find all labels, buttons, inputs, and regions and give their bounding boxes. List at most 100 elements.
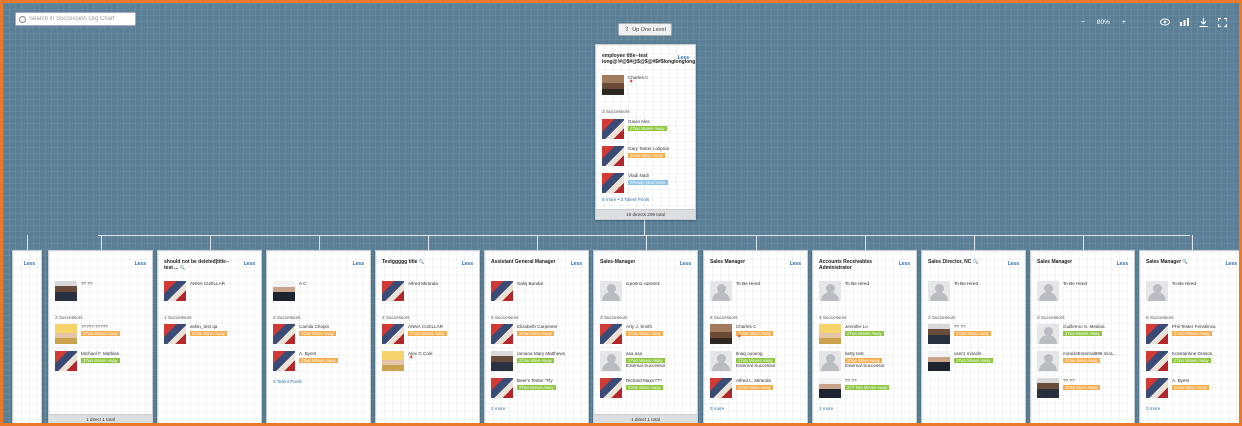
incumbent[interactable]: To Be Hired bbox=[1146, 281, 1196, 301]
org-chart-canvas[interactable]: ⇧ Up One Level − 80% + employee title--t… bbox=[0, 0, 1242, 426]
position-card[interactable]: Less should not be deleted|title--test ..… bbox=[157, 250, 262, 423]
less-link[interactable]: Less bbox=[1117, 261, 1128, 267]
search-icon[interactable]: 🔍 bbox=[417, 259, 425, 264]
search-box[interactable] bbox=[15, 12, 136, 26]
less-link[interactable]: Less bbox=[680, 261, 691, 267]
successor[interactable]: Alfred L. Miranda 2One Move Away bbox=[710, 378, 773, 398]
successor-name: tinaq ouoeng bbox=[736, 351, 763, 356]
incumbent[interactable]: Alfred Miranda bbox=[382, 281, 438, 301]
position-card[interactable]: Less Testggggg title 🔍 Alfred Miranda 2 Suc… bbox=[375, 250, 480, 423]
search-icon[interactable]: 🔍 bbox=[1181, 259, 1188, 264]
eye-icon[interactable] bbox=[1160, 18, 1170, 26]
bar-chart-icon[interactable] bbox=[1180, 18, 1189, 26]
position-card[interactable]: Less Sales Manager 🔍 To Be Hired 6 Successo… bbox=[1139, 250, 1239, 423]
successor[interactable]: ?? ?? 2One Move Away bbox=[928, 324, 991, 344]
less-link[interactable]: Less bbox=[135, 261, 146, 267]
successor[interactable]: A. Byers 2Two Moves Away bbox=[273, 351, 338, 371]
successor[interactable]: ?? ?? 2?? Two Moves Away bbox=[819, 378, 890, 398]
position-card[interactable]: Less?? ?? 2 Successors????? ????? 2Two Mov… bbox=[48, 250, 153, 423]
avatar bbox=[164, 281, 186, 301]
successor[interactable]: Vladi Nadi 2Ready Next Move bbox=[602, 173, 668, 193]
successor[interactable]: miracleExternal999 mira... 2One Move Away bbox=[1037, 351, 1116, 371]
successor[interactable]: Michael F. Mathias 2Two Moves Away bbox=[55, 351, 120, 371]
successor[interactable]: Richard Maxx??? 2One Move Away bbox=[600, 378, 663, 398]
successor[interactable]: ramana Mary Matthews 2One Move Away bbox=[491, 351, 565, 371]
search-icon[interactable]: 🔍 bbox=[178, 265, 186, 270]
successor[interactable]: asa asa 2Two Moves Away External Successor bbox=[600, 351, 666, 371]
successor[interactable]: asfsn_test qa 2One Move Away bbox=[164, 324, 227, 344]
zoom-out-button[interactable]: − bbox=[1081, 19, 1085, 26]
fullscreen-icon[interactable] bbox=[1218, 17, 1227, 27]
successor[interactable]: betty test 2One Move Away External Success… bbox=[819, 351, 885, 371]
more-link[interactable]: 1 more bbox=[819, 406, 833, 411]
less-link[interactable]: Less bbox=[678, 55, 689, 61]
less-link[interactable]: Less bbox=[244, 261, 255, 267]
successor-count: 2 Successors bbox=[382, 315, 410, 320]
position-card[interactable]: Less Sales-Manager cqrosn1 cqrosn1 3 Succes… bbox=[593, 250, 698, 423]
successor[interactable]: ?? ?? 2One Move Away bbox=[1037, 378, 1100, 398]
incumbent[interactable]: ANNA CUELLAR bbox=[164, 281, 225, 301]
successor[interactable]: ????? ????? 2Two Moves Away bbox=[55, 324, 120, 344]
incumbent[interactable]: ?? ?? bbox=[55, 281, 93, 301]
position-card[interactable]: Less Sales Director, NC 🔍 To Be Hired 2 Suc… bbox=[921, 250, 1026, 423]
incumbent[interactable]: A C bbox=[273, 281, 306, 301]
less-link[interactable]: Less bbox=[790, 261, 801, 267]
less-link[interactable]: Less bbox=[353, 261, 364, 267]
search-icon[interactable]: 🔍 bbox=[971, 259, 979, 264]
successor[interactable]: Charles C 2One Move Away 📍 bbox=[710, 324, 773, 344]
position-card[interactable]: Less Sales Manager To Be Hired 6 Successors… bbox=[703, 250, 808, 423]
up-one-level-button[interactable]: ⇧ Up One Level bbox=[618, 23, 672, 36]
less-link[interactable]: Less bbox=[1226, 261, 1237, 267]
avatar bbox=[1037, 351, 1059, 371]
position-card[interactable]: Less Assistant General Manager Sahij Banda… bbox=[484, 250, 589, 423]
position-card[interactable]: Less A C 2 Successors Camila Chopin 2One Mov… bbox=[266, 250, 371, 423]
incumbent[interactable]: Charles C 📍 bbox=[602, 75, 648, 95]
incumbent[interactable]: Sahij Bandar bbox=[491, 281, 543, 301]
root-position-card[interactable]: employee title--test long@!#@$#@$@$@#$#$… bbox=[595, 44, 696, 220]
position-card[interactable]: Less Sales Manager To Be Hired 3 Successors… bbox=[1030, 250, 1135, 423]
incumbent[interactable]: To Be Hired bbox=[710, 281, 760, 301]
successor[interactable]: Jennifer Lo 2Two Moves Away bbox=[819, 324, 884, 344]
incumbent[interactable]: To Be Hired bbox=[1037, 281, 1087, 301]
incumbent[interactable]: To Be Hired bbox=[819, 281, 869, 301]
successor[interactable]: Alex G Cole 📍 bbox=[382, 351, 433, 371]
incumbent-name: To Be Hired bbox=[845, 281, 869, 286]
incumbent[interactable]: cqrosn1 cqrosn1 bbox=[600, 281, 660, 301]
incumbent[interactable]: To Be Hired bbox=[928, 281, 978, 301]
less-link[interactable]: Less bbox=[462, 261, 473, 267]
position-card[interactable]: Less bbox=[12, 250, 42, 423]
connector-line bbox=[755, 235, 757, 250]
successor[interactable]: Konstantine Drasos 2Two Moves Away bbox=[1146, 351, 1212, 371]
more-link[interactable]: 3 Talent Pools bbox=[273, 379, 302, 384]
successor[interactable]: Guillermo S. Medina 2Two Moves Away bbox=[1037, 324, 1105, 344]
less-link[interactable]: Less bbox=[571, 261, 582, 267]
more-link[interactable]: 3 more bbox=[710, 406, 724, 411]
successor[interactable]: A. Byers 2One Move Away bbox=[1146, 378, 1209, 398]
search-input[interactable] bbox=[29, 16, 129, 22]
successor-name: user1 miracle bbox=[954, 351, 982, 356]
more-link[interactable]: 6 more • 3 Talent Pools bbox=[602, 197, 649, 202]
less-link[interactable]: Less bbox=[1008, 261, 1019, 267]
download-icon[interactable] bbox=[1199, 17, 1208, 27]
successor[interactable]: Beer's Tester "Fly 2Two Moves Away bbox=[491, 378, 556, 398]
successor[interactable]: Gary Tester Lolipran 2One Move Away bbox=[602, 146, 669, 166]
more-link[interactable]: 3 more bbox=[1146, 406, 1160, 411]
less-link[interactable]: Less bbox=[899, 261, 910, 267]
successor-name: ramana Mary Matthews bbox=[517, 351, 565, 356]
successor[interactable]: Arty J. Smith 2One Move Away bbox=[600, 324, 663, 344]
successor[interactable]: ANNA CUELLAR 2Two Moves Away bbox=[382, 324, 447, 344]
successor[interactable]: Elizabeth Carpenter 2One Move Away bbox=[491, 324, 558, 344]
successor[interactable]: Phil Tester Fenstlinca 2TwO Moves Away bbox=[1146, 324, 1216, 344]
successor[interactable]: user1 miracle 2Two Moves Away bbox=[928, 351, 993, 371]
less-link[interactable]: Less bbox=[24, 261, 35, 267]
connector-line bbox=[644, 220, 645, 235]
successor[interactable]: Gavin Alec 2Two Moves Away bbox=[602, 119, 667, 139]
successor[interactable]: tinaq ouoeng 2Two Moves Away External Succ… bbox=[710, 351, 776, 371]
avatar bbox=[55, 351, 77, 371]
more-link[interactable]: 2 more bbox=[491, 406, 505, 411]
position-card[interactable]: Less Accounts Receivables Administrator To… bbox=[812, 250, 917, 423]
readiness-tag: 2Two Moves Away bbox=[81, 330, 120, 336]
connector-line bbox=[1191, 235, 1193, 250]
successor[interactable]: Camila Chopin 2One Move Away bbox=[273, 324, 336, 344]
zoom-in-button[interactable]: + bbox=[1122, 19, 1126, 26]
